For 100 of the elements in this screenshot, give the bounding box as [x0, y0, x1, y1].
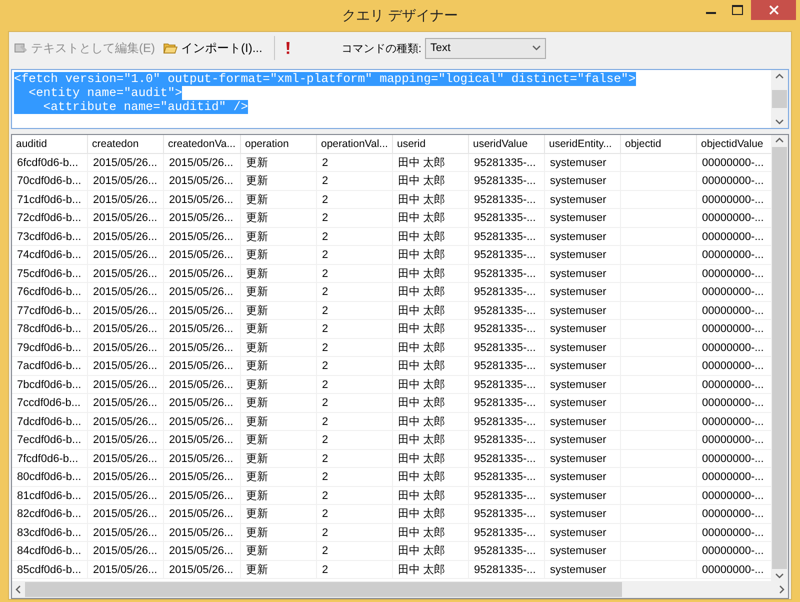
table-cell: systemuser	[545, 338, 621, 356]
table-cell: 2015/05/26...	[88, 338, 164, 356]
table-cell: systemuser	[545, 209, 621, 226]
table-cell: 2015/05/26...	[164, 560, 241, 578]
table-cell: 2	[317, 486, 393, 504]
table-cell: 2015/05/26...	[88, 505, 164, 522]
table-cell: 2015/05/26...	[88, 394, 164, 412]
table-cell: 2015/05/26...	[164, 394, 241, 412]
table-cell: 2	[317, 228, 393, 245]
table-cell: 7fcdf0d6-b...	[12, 450, 88, 467]
scroll-up-icon[interactable]	[775, 73, 784, 79]
table-cell: 更新	[241, 228, 317, 245]
column-header[interactable]: useridEntity...	[545, 135, 621, 154]
table-cell: 更新	[241, 320, 317, 338]
table-cell: 2	[317, 283, 393, 300]
table-cell: 6fcdf0d6-b...	[12, 154, 88, 171]
table-cell: 2	[317, 172, 393, 190]
table-cell: 更新	[241, 468, 317, 486]
scroll-down-icon[interactable]	[775, 573, 784, 579]
column-header[interactable]: userid	[393, 135, 469, 154]
table-cell: 2015/05/26...	[88, 228, 164, 245]
table-cell: 95281335-...	[469, 394, 545, 412]
table-cell: 更新	[241, 246, 317, 264]
table-cell: 95281335-...	[469, 338, 545, 356]
table-cell: 2	[317, 264, 393, 282]
column-header[interactable]: createdonVa...	[164, 135, 241, 154]
dropdown-caret-icon[interactable]	[532, 45, 542, 51]
table-cell: 84cdf0d6-b...	[12, 542, 88, 560]
import-button[interactable]: インポート(I)...	[161, 38, 264, 58]
table-cell: 田中 太郎	[393, 450, 469, 467]
vertical-scrollbar[interactable]	[771, 70, 788, 128]
table-cell: 2015/05/26...	[164, 190, 241, 208]
command-type-dropdown[interactable]: Text	[425, 38, 546, 58]
scroll-down-icon[interactable]	[775, 119, 784, 125]
scroll-up-icon[interactable]	[775, 137, 784, 143]
table-cell: 7ccdf0d6-b...	[12, 394, 88, 412]
column-header[interactable]: operation	[241, 135, 317, 154]
table-cell: 95281335-...	[469, 302, 545, 319]
table-cell: 2015/05/26...	[164, 505, 241, 522]
horizontal-scrollbar[interactable]	[12, 581, 788, 598]
table-cell: 田中 太郎	[393, 412, 469, 430]
table-cell: 2015/05/26...	[164, 357, 241, 374]
table-cell: 2015/05/26...	[164, 172, 241, 190]
table-cell: 2	[317, 302, 393, 319]
table-cell: systemuser	[545, 486, 621, 504]
table-cell: 田中 太郎	[393, 431, 469, 448]
table-cell: 95281335-...	[469, 357, 545, 374]
table-cell: 更新	[241, 190, 317, 208]
table-cell: 2015/05/26...	[164, 468, 241, 486]
table-cell: systemuser	[545, 431, 621, 448]
table-cell: 更新	[241, 524, 317, 541]
exclamation-icon[interactable]	[285, 41, 292, 55]
table-cell: 2	[317, 357, 393, 374]
table-cell: systemuser	[545, 320, 621, 338]
table-cell: 田中 太郎	[393, 154, 469, 171]
table-cell: 田中 太郎	[393, 394, 469, 412]
table-cell: 2015/05/26...	[88, 154, 164, 171]
table-cell: systemuser	[545, 357, 621, 374]
table-cell: 2015/05/26...	[88, 172, 164, 190]
table-cell: 田中 太郎	[393, 505, 469, 522]
table-cell: 95281335-...	[469, 209, 545, 226]
table-cell: 更新	[241, 302, 317, 319]
table-cell: 更新	[241, 450, 317, 467]
table-cell: 田中 太郎	[393, 376, 469, 393]
table-cell: systemuser	[545, 283, 621, 300]
table-cell: 2015/05/26...	[164, 431, 241, 448]
table-cell: 2015/05/26...	[88, 264, 164, 282]
table-cell: systemuser	[545, 505, 621, 522]
column-header[interactable]: useridValue	[469, 135, 545, 154]
table-cell: 田中 太郎	[393, 209, 469, 226]
column-header[interactable]: createdon	[88, 135, 164, 154]
table-cell: 2015/05/26...	[88, 486, 164, 504]
table-cell: 2015/05/26...	[164, 450, 241, 467]
table-cell: 田中 太郎	[393, 338, 469, 356]
table-cell: 田中 太郎	[393, 228, 469, 245]
table-cell: 田中 太郎	[393, 560, 469, 578]
table-cell: 田中 太郎	[393, 302, 469, 319]
column-header[interactable]: objectid	[621, 135, 697, 154]
scroll-right-icon[interactable]	[779, 585, 785, 594]
scroll-left-icon[interactable]	[15, 585, 21, 594]
column-header[interactable]: operationVal...	[317, 135, 393, 154]
table-cell: 2015/05/26...	[164, 283, 241, 300]
table-cell: 95281335-...	[469, 172, 545, 190]
command-type-label: コマンドの種類:	[341, 42, 422, 56]
table-cell: 田中 太郎	[393, 357, 469, 374]
maximize-icon[interactable]	[732, 5, 743, 15]
table-cell: 7dcdf0d6-b...	[12, 412, 88, 430]
table-cell: 2	[317, 431, 393, 448]
table-cell: 7ecdf0d6-b...	[12, 431, 88, 448]
close-icon[interactable]	[768, 5, 778, 15]
table-cell: 2015/05/26...	[164, 264, 241, 282]
table-cell: 更新	[241, 394, 317, 412]
folder-icon[interactable]	[163, 42, 178, 54]
table-cell: systemuser	[545, 560, 621, 578]
table-cell: 2	[317, 468, 393, 486]
vertical-scrollbar[interactable]	[771, 135, 788, 581]
table-cell: 95281335-...	[469, 505, 545, 522]
close-button[interactable]	[751, 0, 796, 20]
table-cell: 更新	[241, 357, 317, 374]
column-header[interactable]: auditid	[12, 135, 88, 154]
